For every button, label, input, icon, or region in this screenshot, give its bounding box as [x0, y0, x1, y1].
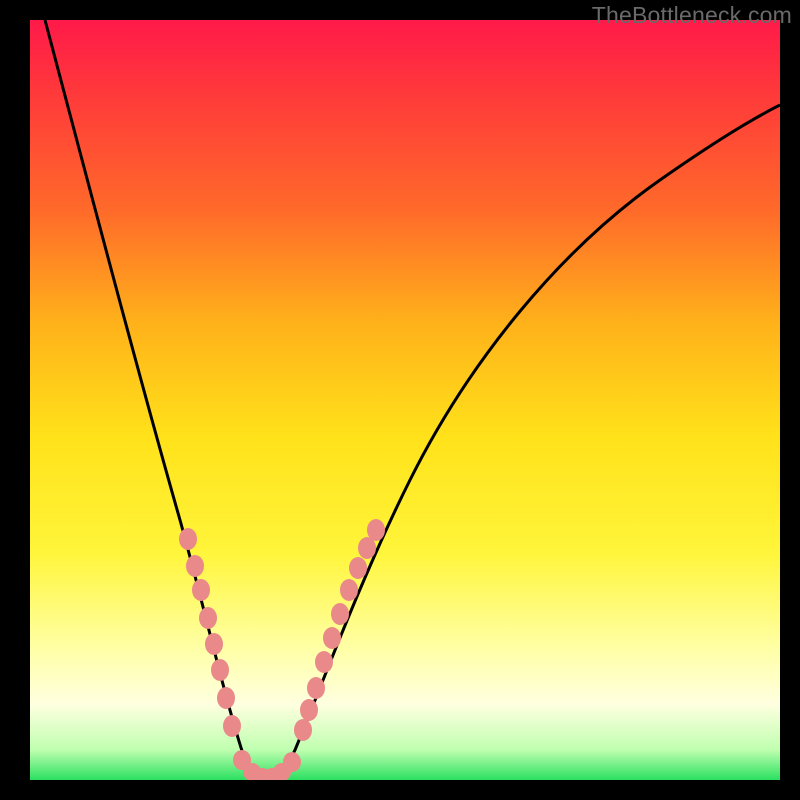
- marker-group: [179, 519, 385, 780]
- curve-layer: [30, 20, 780, 780]
- bottleneck-curve: [45, 20, 780, 778]
- chart-frame: TheBottleneck.com: [0, 0, 800, 800]
- watermark-text: TheBottleneck.com: [592, 2, 792, 29]
- plot-area: [30, 20, 780, 780]
